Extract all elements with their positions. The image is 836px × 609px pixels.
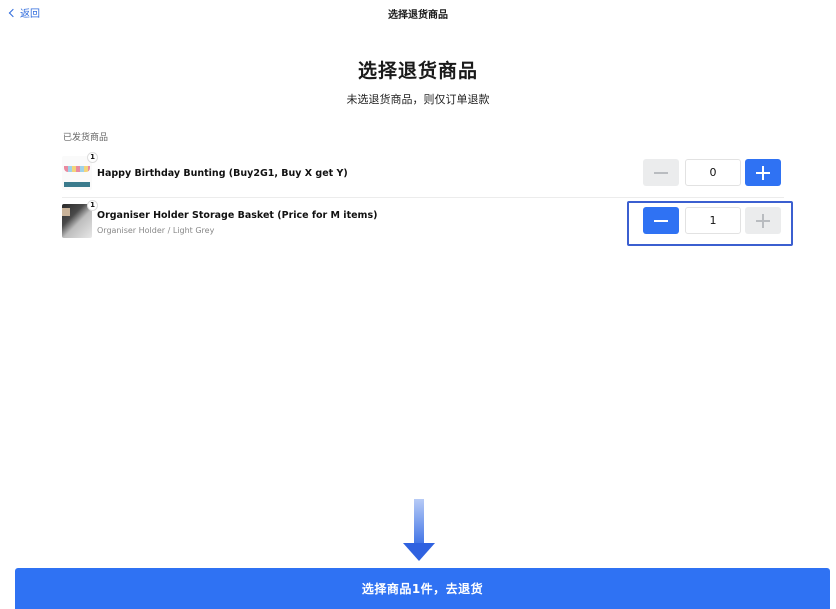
minus-icon [654,166,668,180]
divider [62,197,784,198]
quantity-stepper: 0 [643,159,782,187]
section-label-shipped: 已发货商品 [63,133,109,143]
page-subtitle: 未选退货商品，则仅订单退款 [346,93,490,106]
page-title: 选择退货商品 [357,60,478,82]
top-nav-bar: 返回 选择退货商品 [0,0,836,26]
item-variant: Organiser Holder / Light Grey [97,226,215,235]
plus-icon [756,165,770,180]
quantity-field[interactable]: 0 [685,159,741,186]
nav-title: 选择退货商品 [388,10,448,21]
storage-basket-image-icon [62,208,70,216]
submit-return-button[interactable]: 选择商品1件，去退货 [15,568,830,609]
bunting-image-icon [64,166,90,172]
item-name: Organiser Holder Storage Basket (Price f… [97,210,378,221]
stepper-highlight-frame [627,201,793,246]
decrease-button[interactable] [643,159,679,186]
ordered-qty-badge: 1 [87,152,98,163]
arrow-down-icon [403,499,435,563]
list-item: 1 Happy Birthday Bunting (Buy2G1, Buy X … [62,152,784,194]
item-name: Happy Birthday Bunting (Buy2G1, Buy X ge… [97,168,348,179]
increase-button[interactable] [745,159,781,186]
